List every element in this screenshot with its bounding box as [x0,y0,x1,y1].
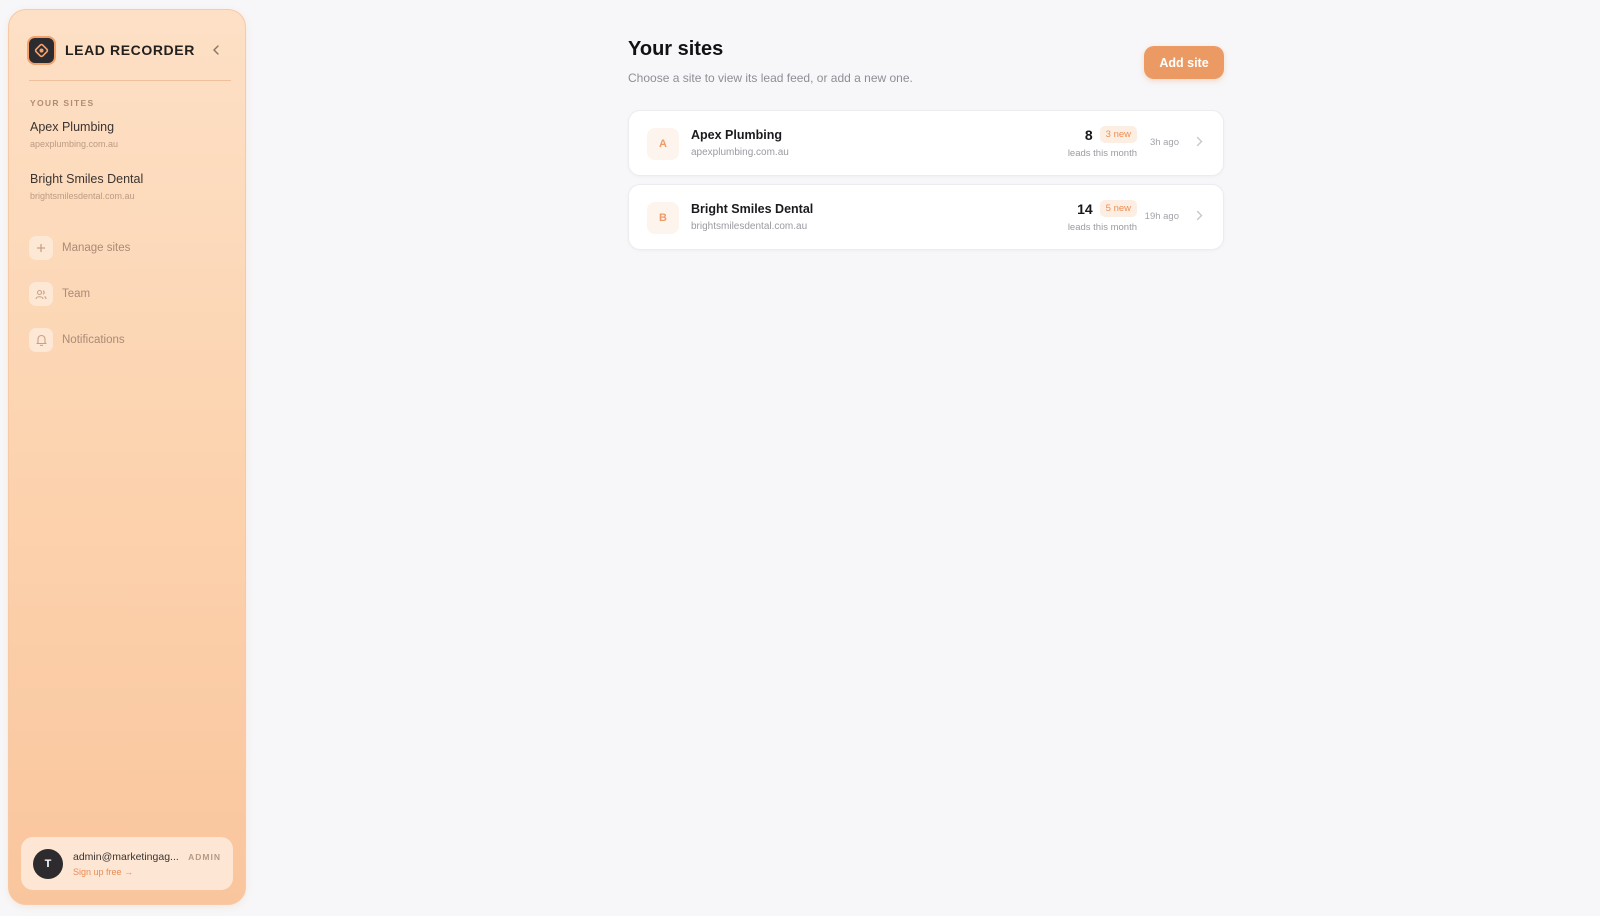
sidebar-item-label: Notifications [62,334,125,346]
sidebar-item-team[interactable]: Team [29,281,231,307]
sidebar-item-label: Team [62,288,91,300]
sidebar-site-name: Bright Smiles Dental [30,172,144,186]
sidebar-site-domain: brightsmilesdental.com.au [30,191,135,201]
lead-count-label: leads this month [1067,148,1137,159]
role-badge: ADMIN [188,851,221,862]
sidebar-item-notifications[interactable]: Notifications [29,327,231,353]
lead-stats: 8 3 new leads this month [1068,126,1137,159]
last-activity-time: 3h ago [1149,137,1179,148]
site-name: Bright Smiles Dental [691,202,814,216]
site-name: Apex Plumbing [691,128,782,142]
new-leads-badge: 5 new [1099,200,1137,217]
lead-count: 14 [1077,200,1093,217]
new-leads-badge: 3 new [1099,126,1137,143]
sign-up-link[interactable]: Sign up free → [73,867,188,877]
lead-count-label: leads this month [1067,222,1137,233]
site-initial-badge: B [647,202,679,234]
brand-header: LEAD RECORDER [29,28,225,72]
avatar: T [33,848,63,879]
collapse-sidebar-icon[interactable] [207,41,225,59]
site-initial-badge: A [647,128,679,160]
bell-icon [29,328,53,352]
sidebar-item-manage-sites[interactable]: Manage sites [29,235,231,261]
user-email: admin@marketingag... [73,850,179,863]
divider [29,80,231,81]
plus-icon [29,236,53,260]
sidebar-site-bright-smiles-dental[interactable]: Bright Smiles Dental brightsmilesdental.… [30,172,231,201]
sidebar-item-label: Manage sites [62,242,131,254]
section-label-your-sites: YOUR SITES [30,98,95,108]
page-title: Your sites [628,38,724,60]
sidebar: LEAD RECORDER YOUR SITES Apex Plumbing a… [8,9,246,905]
chevron-right-icon [1196,208,1203,224]
last-activity-time: 19h ago [1144,211,1179,222]
chevron-right-icon [1196,134,1203,150]
site-domain: apexplumbing.com.au [691,147,789,158]
sidebar-site-apex-plumbing[interactable]: Apex Plumbing apexplumbing.com.au [30,120,231,149]
app-logo-icon [29,37,54,63]
lead-count: 8 [1084,126,1093,143]
user-card[interactable]: T admin@marketingag... Sign up free → AD… [21,837,233,890]
lead-stats: 14 5 new leads this month [1068,200,1137,233]
sidebar-site-name: Apex Plumbing [30,120,115,134]
site-card-bright-smiles-dental[interactable]: B Bright Smiles Dental brightsmilesdenta… [628,184,1224,250]
users-icon [29,282,53,306]
user-info: admin@marketingag... Sign up free → [73,851,188,877]
app-name: LEAD RECORDER [65,42,195,58]
site-domain: brightsmilesdental.com.au [691,221,808,232]
add-site-button[interactable]: Add site [1144,46,1224,79]
main-content: Your sites Choose a site to view its lea… [628,38,1224,250]
sidebar-site-domain: apexplumbing.com.au [30,139,119,149]
site-card-apex-plumbing[interactable]: A Apex Plumbing apexplumbing.com.au 8 3 … [628,110,1224,176]
page-subtitle: Choose a site to view its lead feed, or … [628,71,913,85]
